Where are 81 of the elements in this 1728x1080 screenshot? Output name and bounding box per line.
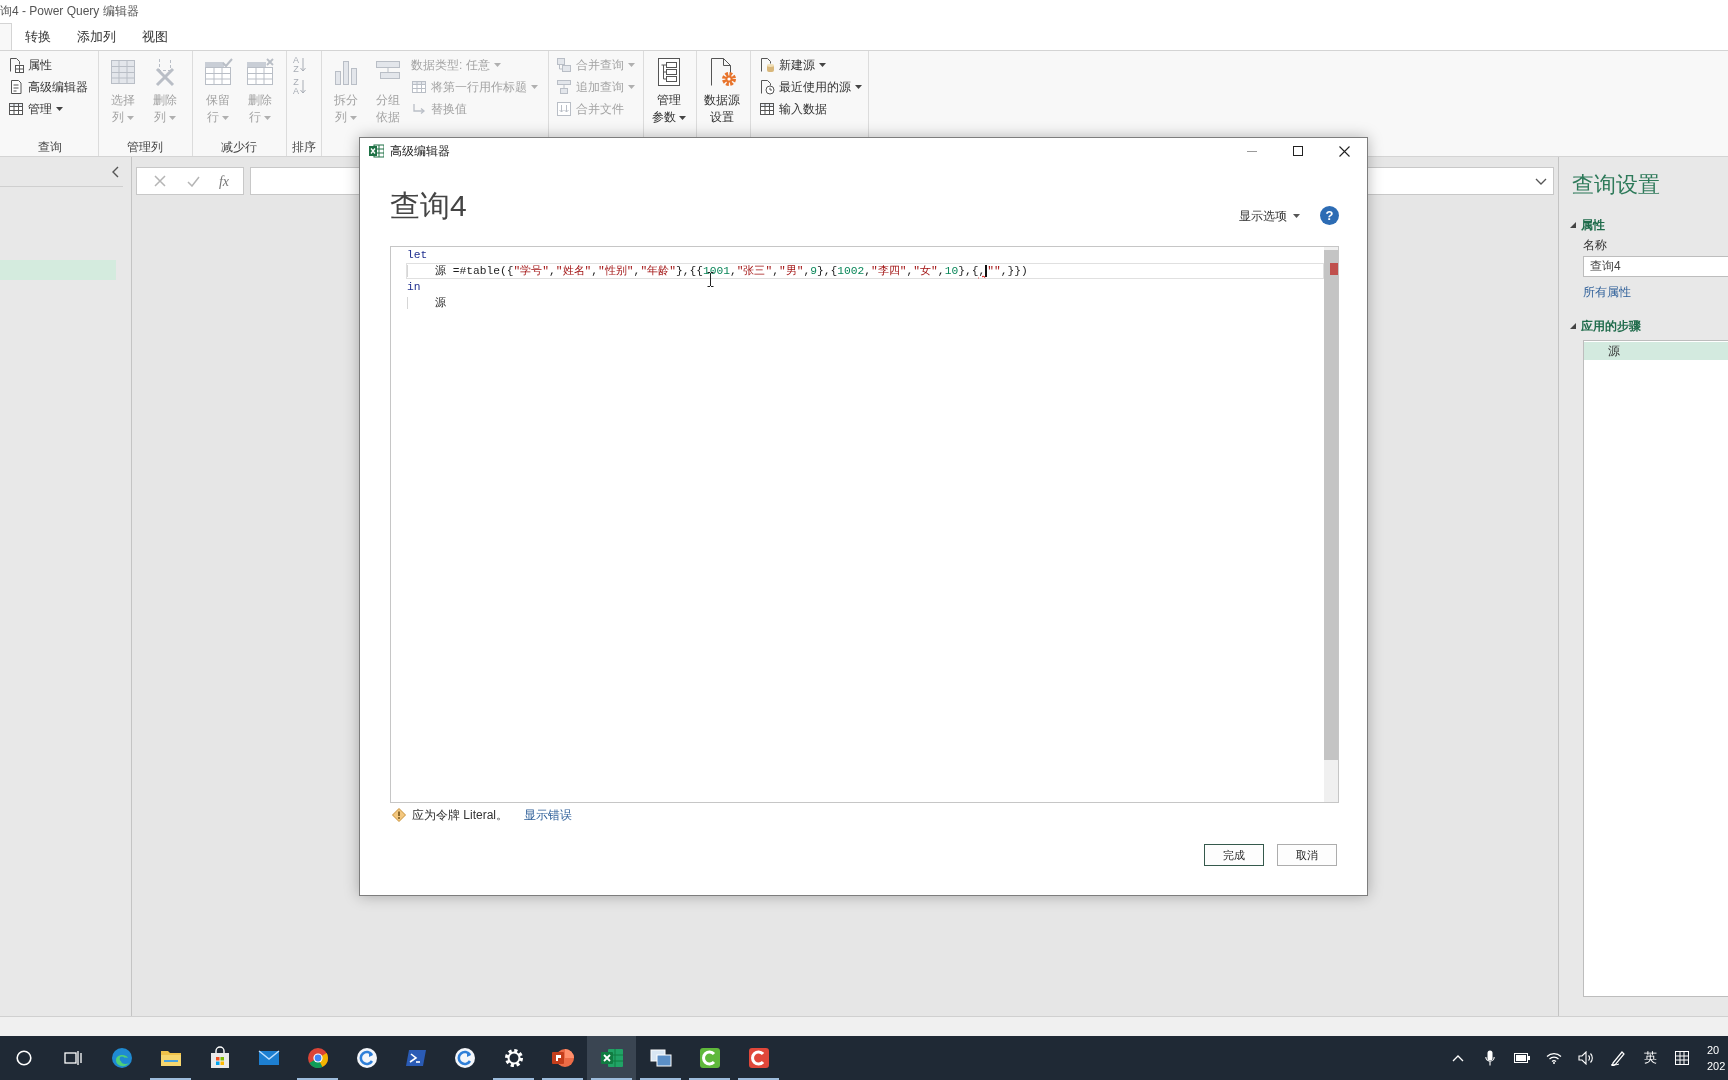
presentation-icon — [550, 1046, 575, 1070]
ribbon-button[interactable]: 新建源 — [758, 54, 863, 76]
chevron-left-icon — [111, 165, 119, 178]
battery-icon — [1514, 1053, 1530, 1063]
close-icon — [153, 175, 166, 187]
down-arrow-icon — [300, 57, 306, 73]
ring-icon — [16, 1050, 32, 1066]
document-cylinder-icon — [759, 57, 775, 73]
group-label: 减少行 — [221, 138, 257, 156]
show-error-link[interactable]: 显示错误 — [524, 806, 573, 824]
down-arrow-icon — [300, 79, 306, 95]
ribbon-button[interactable]: 高级编辑器 — [7, 76, 89, 98]
task-view-icon — [63, 1050, 82, 1066]
dialog-title: 高级编辑器 — [390, 143, 450, 160]
close-icon — [1338, 145, 1350, 157]
insert-function-button[interactable]: fx — [216, 170, 231, 192]
arc-tile-icon — [697, 1046, 722, 1070]
code-line: let — [406, 248, 429, 263]
clock[interactable]: 20 202 — [1698, 1042, 1728, 1074]
merge-tables-icon — [556, 57, 572, 73]
down-arrows-box-icon — [556, 101, 572, 117]
pen-icon — [1610, 1050, 1626, 1066]
panel-title: 查询设置 — [1571, 171, 1661, 199]
chevron-up-icon — [1452, 1054, 1464, 1062]
ribbon-button[interactable]: 数据源 设置 — [702, 51, 742, 137]
wifi-icon — [1546, 1052, 1562, 1064]
table-icon — [411, 79, 427, 95]
spreadsheet-icon — [599, 1046, 624, 1070]
group-label: 排序 — [292, 138, 316, 156]
table-icon — [759, 101, 775, 117]
ribbon-button[interactable]: 管理 — [7, 98, 89, 120]
table-cross-icon — [245, 57, 275, 87]
grid-icon — [1675, 1051, 1689, 1065]
ribbon-button[interactable]: 管理 参数 — [649, 51, 689, 137]
dialog-button[interactable]: 取消 — [1277, 844, 1337, 866]
code-line: 源 — [406, 295, 447, 311]
speaker-icon — [1578, 1051, 1594, 1065]
query-title: 查询4 — [390, 188, 467, 224]
warning-icon — [392, 808, 406, 822]
document-lines-icon — [8, 79, 24, 95]
maximize-icon — [1293, 146, 1303, 156]
ribbon-button[interactable]: 输入数据 — [758, 98, 863, 120]
chevron-down-icon — [1535, 177, 1547, 185]
table-icon — [108, 57, 138, 87]
arc-tile-icon — [746, 1046, 771, 1070]
tricolor-circle-icon — [305, 1046, 330, 1070]
table-icon — [8, 101, 24, 117]
step-item[interactable]: 源 — [1584, 342, 1728, 360]
code-line: in — [406, 280, 422, 295]
error-marker — [1330, 263, 1338, 275]
browser-icon — [109, 1046, 134, 1070]
input-method-button[interactable]: 英 — [1634, 1036, 1666, 1080]
name-field[interactable]: 查询4 — [1583, 256, 1728, 277]
ribbon-tab[interactable]: 添加列 — [64, 23, 129, 50]
bent-arrow-icon — [411, 101, 427, 117]
spreadsheet-icon — [369, 144, 384, 158]
section-header[interactable]: 属性 — [1570, 217, 1728, 233]
ribbon-button[interactable]: 最近使用的源 — [758, 76, 863, 98]
all-properties-link[interactable]: 所有属性 — [1583, 284, 1631, 300]
ribbon-tab[interactable]: 转换 — [12, 23, 64, 50]
windows-stack-icon — [648, 1046, 673, 1070]
window-title: 询4 - Power Query 编辑器 — [0, 3, 139, 20]
help-button[interactable]: ? — [1320, 206, 1339, 225]
table-check-icon — [203, 57, 233, 87]
code-editor[interactable]: let 源 =#table({"学号","姓名","性别","年龄"},{{1001,"张三","男",9},{1002,"李四","女",10},{, "",}}) in 源 — [390, 246, 1339, 803]
append-tables-icon — [556, 79, 572, 95]
dialog-button[interactable]: 完成 — [1204, 844, 1264, 866]
check-icon — [187, 175, 201, 187]
minimize-icon — [1247, 150, 1257, 152]
document-table-icon — [8, 57, 24, 73]
display-options-button[interactable]: 显示选项 — [1239, 206, 1300, 225]
group-label: 查询 — [37, 138, 62, 156]
ribbon-tab[interactable]: 视图 — [129, 23, 181, 50]
field-label: 名称 — [1583, 237, 1608, 253]
ribbon-button[interactable]: 属性 — [7, 54, 89, 76]
section-header[interactable]: 应用的步骤 — [1570, 318, 1728, 334]
error-message: 应为令牌 Literal。 — [412, 807, 509, 824]
document-clock-icon — [759, 79, 775, 95]
group-label: 管理列 — [126, 138, 163, 156]
text-cursor-icon — [707, 272, 714, 287]
microphone-icon — [1485, 1050, 1495, 1066]
